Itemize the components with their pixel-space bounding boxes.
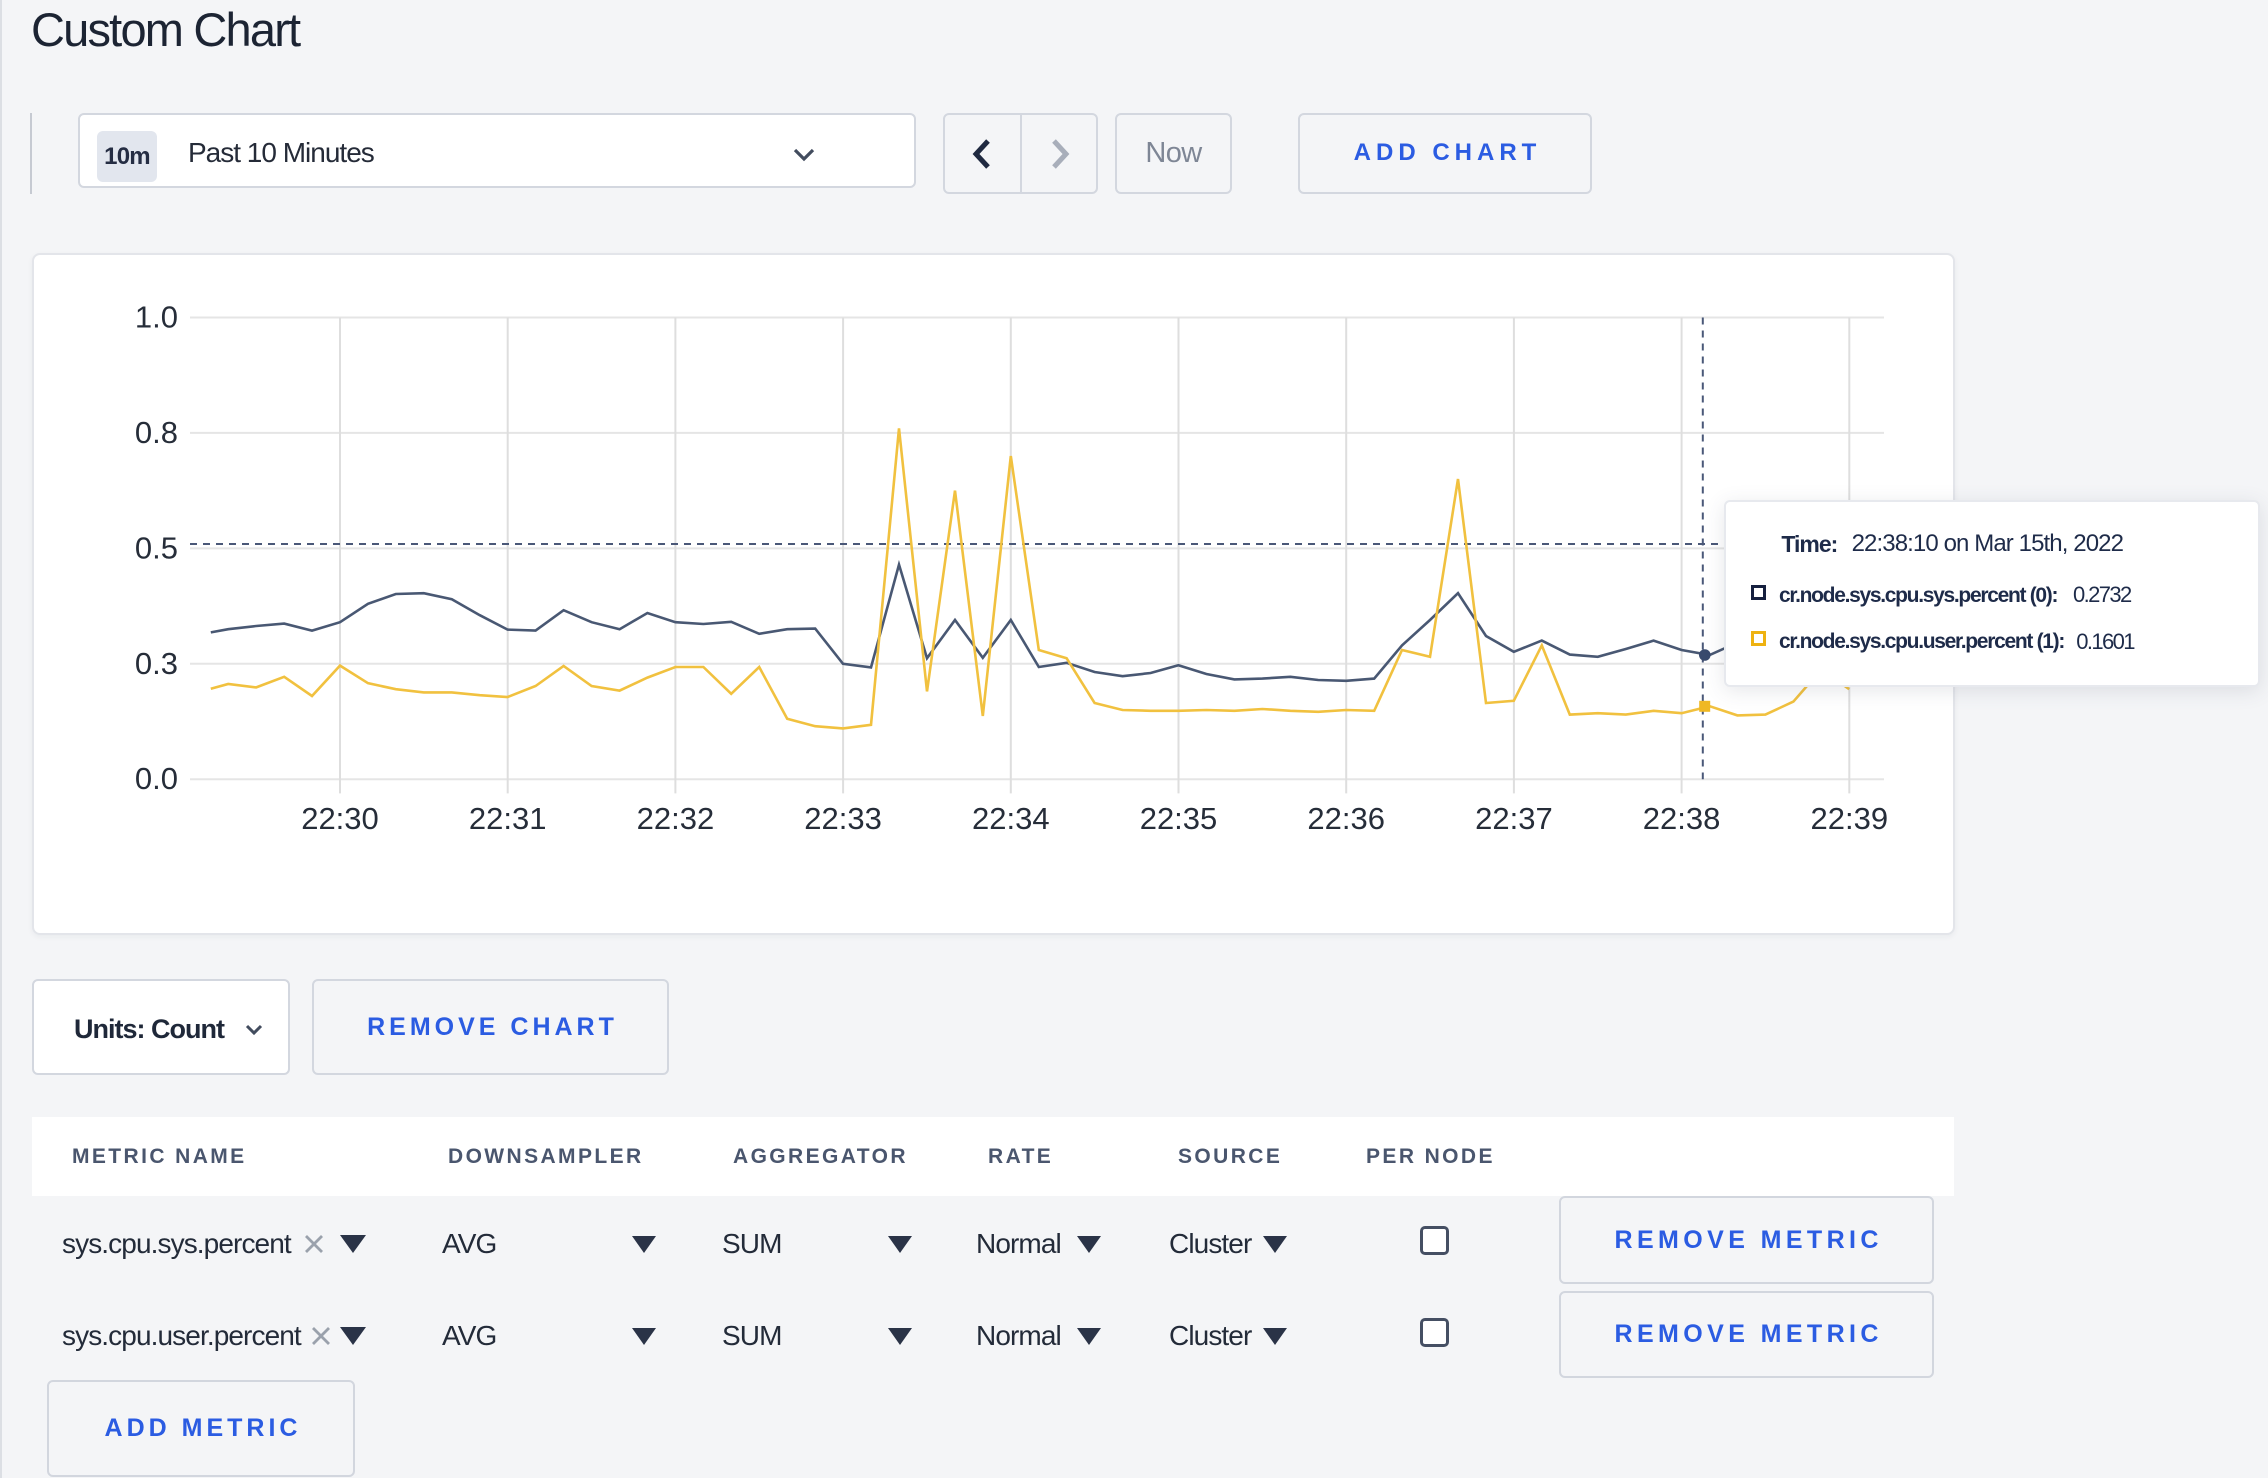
- svg-text:22:32: 22:32: [636, 801, 714, 836]
- svg-text:22:31: 22:31: [468, 801, 546, 836]
- svg-text:22:38: 22:38: [1642, 801, 1720, 836]
- svg-text:22:39: 22:39: [1810, 801, 1888, 836]
- svg-text:22:33: 22:33: [804, 801, 882, 836]
- svg-text:22:35: 22:35: [1139, 801, 1217, 836]
- svg-text:22:36: 22:36: [1307, 801, 1385, 836]
- svg-text:0.0: 0.0: [134, 761, 177, 796]
- svg-text:0.8: 0.8: [134, 414, 177, 449]
- svg-text:1.0: 1.0: [134, 299, 177, 334]
- svg-text:22:34: 22:34: [972, 801, 1050, 836]
- svg-text:0.3: 0.3: [134, 645, 177, 680]
- svg-text:0.5: 0.5: [134, 530, 177, 565]
- svg-text:22:37: 22:37: [1475, 801, 1553, 836]
- svg-text:22:30: 22:30: [301, 801, 379, 836]
